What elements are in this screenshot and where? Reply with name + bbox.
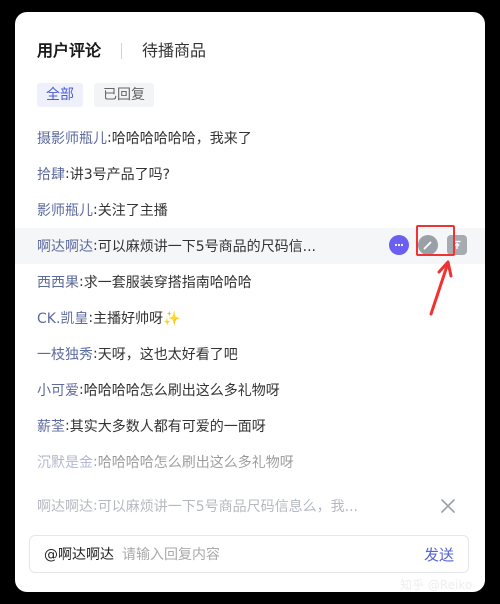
comment-text: 哈哈哈哈怎么刷出这么多礼物呀 xyxy=(97,455,294,471)
comment-row[interactable]: 薪荃: 其实大多数人都有可爱的一面呀 xyxy=(15,408,485,444)
reply-mention: @啊达啊达 xyxy=(44,547,114,563)
reply-target-preview: 啊达啊达: 可以麻烦讲一下5号商品尺码信息么，我... xyxy=(15,488,485,524)
filter-bar: 全部 已回复 xyxy=(37,83,154,107)
comment-username: 薪荃 xyxy=(37,419,65,435)
comment-text: 讲3号产品了吗? xyxy=(69,167,171,183)
tab-bar: 用户评论 待播商品 xyxy=(37,38,206,64)
reply-input[interactable]: @啊达啊达 请输入回复内容 发送 xyxy=(29,535,469,573)
comment-username: CK.凯皇 xyxy=(37,311,89,327)
comment-row-highlighted[interactable]: 啊达啊达: 可以麻烦讲一下5号商品的尺码信... xyxy=(15,228,485,264)
comment-username: 啊达啊达 xyxy=(37,239,93,255)
comment-row[interactable]: 拾肆: 讲3号产品了吗? xyxy=(15,156,485,192)
comment-panel: 用户评论 待播商品 全部 已回复 摄影师瓶儿: 哈哈哈哈哈哈，我来了 拾肆: 讲… xyxy=(15,12,485,592)
comment-username: 拾肆 xyxy=(37,167,65,183)
comment-username: 一枝独秀 xyxy=(37,347,93,363)
comment-row[interactable]: CK.凯皇: 主播好帅呀✨ xyxy=(15,300,485,336)
comment-text: 哈哈哈哈怎么刷出这么多礼物呀 xyxy=(83,383,280,399)
comment-username: 影师瓶儿 xyxy=(37,203,93,219)
comment-username: 沉默是金 xyxy=(37,455,93,471)
filter-replied[interactable]: 已回复 xyxy=(94,83,154,107)
reply-icon[interactable] xyxy=(389,235,409,255)
tab-divider xyxy=(121,43,123,59)
reply-target-user: 啊达啊达 xyxy=(37,499,93,515)
comment-username: 小可爱 xyxy=(37,383,79,399)
comment-text: 哈哈哈哈哈哈，我来了 xyxy=(111,131,252,147)
reply-target-text: 可以麻烦讲一下5号商品尺码信息么，我... xyxy=(97,499,358,515)
comment-row[interactable]: 沉默是金: 哈哈哈哈怎么刷出这么多礼物呀 xyxy=(15,444,485,480)
send-button[interactable]: 发送 xyxy=(424,544,454,565)
comment-text: 其实大多数人都有可爱的一面呀 xyxy=(69,419,266,435)
comment-text: 天呀，这也太好看了吧 xyxy=(97,347,238,363)
comment-row[interactable]: 小可爱: 哈哈哈哈怎么刷出这么多礼物呀 xyxy=(15,372,485,408)
close-icon[interactable] xyxy=(439,497,457,515)
filter-all[interactable]: 全部 xyxy=(37,83,83,107)
tab-pending-products[interactable]: 待播商品 xyxy=(142,40,206,62)
tab-user-comments[interactable]: 用户评论 xyxy=(37,40,101,62)
comment-text: 求一套服装穿搭指南哈哈哈 xyxy=(83,275,252,291)
comment-list: 摄影师瓶儿: 哈哈哈哈哈哈，我来了 拾肆: 讲3号产品了吗? 影师瓶儿: 关注了… xyxy=(15,120,485,480)
watermark: 知乎 @Reiko xyxy=(400,578,473,592)
comment-text: 可以麻烦讲一下5号商品的尺码信... xyxy=(97,239,316,255)
comment-text: 主播好帅呀✨ xyxy=(93,311,181,327)
annotation-highlight-box xyxy=(416,225,455,256)
comment-row[interactable]: 西西果: 求一套服装穿搭指南哈哈哈 xyxy=(15,264,485,300)
reply-placeholder[interactable]: 请输入回复内容 xyxy=(122,544,424,564)
comment-username: 西西果 xyxy=(37,275,79,291)
comment-row[interactable]: 摄影师瓶儿: 哈哈哈哈哈哈，我来了 xyxy=(15,120,485,156)
annotation-arrow-icon xyxy=(429,260,453,316)
comment-username: 摄影师瓶儿 xyxy=(37,131,107,147)
comment-row[interactable]: 影师瓶儿: 关注了主播 xyxy=(15,192,485,228)
comment-row[interactable]: 一枝独秀: 天呀，这也太好看了吧 xyxy=(15,336,485,372)
comment-text: 关注了主播 xyxy=(97,203,168,219)
